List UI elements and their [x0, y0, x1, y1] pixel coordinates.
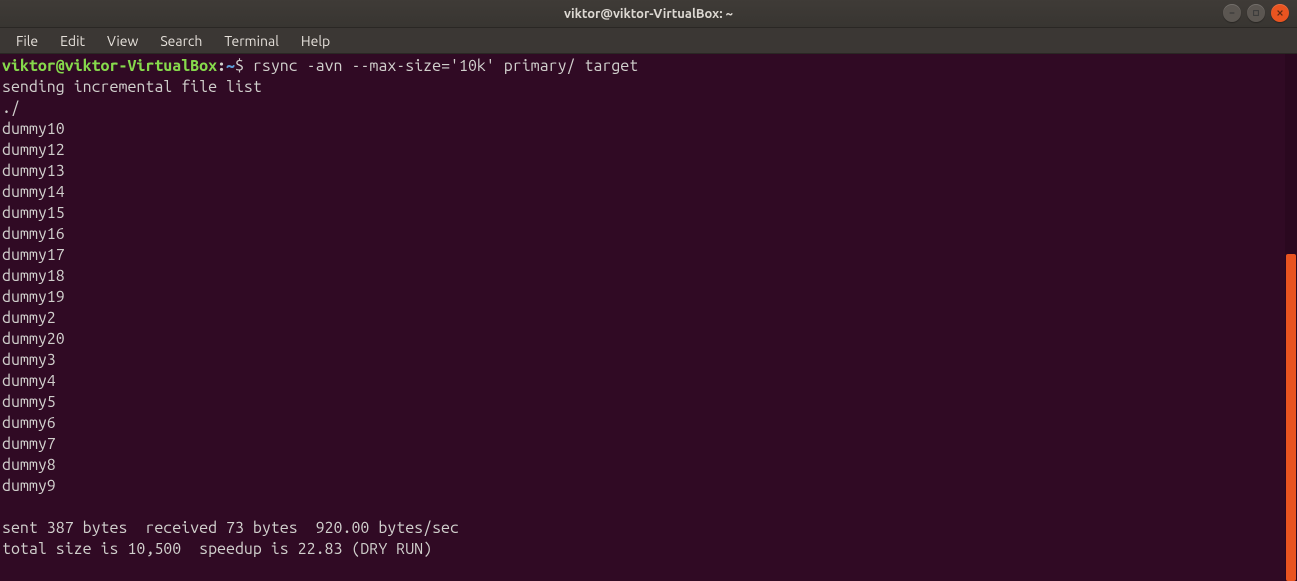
close-button[interactable]	[1271, 4, 1289, 22]
output-file: dummy7	[2, 435, 56, 453]
scrollbar-thumb[interactable]	[1286, 254, 1296, 581]
output-file: dummy12	[2, 141, 65, 159]
menubar: File Edit View Search Terminal Help	[0, 28, 1297, 54]
output-header: sending incremental file list	[2, 78, 262, 96]
window-titlebar: viktor@viktor-VirtualBox: ~	[0, 0, 1297, 28]
menu-file[interactable]: File	[6, 30, 48, 52]
menu-help[interactable]: Help	[291, 30, 340, 52]
minimize-icon	[1228, 9, 1236, 17]
output-file: dummy5	[2, 393, 56, 411]
output-file: dummy4	[2, 372, 56, 390]
output-file: dummy10	[2, 120, 65, 138]
output-file: dummy14	[2, 183, 65, 201]
window-title: viktor@viktor-VirtualBox: ~	[564, 7, 733, 21]
maximize-icon	[1252, 9, 1260, 17]
output-file: dummy15	[2, 204, 65, 222]
output-file: dummy18	[2, 267, 65, 285]
output-file: dummy9	[2, 477, 56, 495]
output-file: dummy16	[2, 225, 65, 243]
output-summary-line-1: sent 387 bytes received 73 bytes 920.00 …	[2, 519, 459, 537]
terminal-viewport[interactable]: viktor@viktor-VirtualBox:~$ rsync -avn -…	[0, 54, 1297, 581]
minimize-button[interactable]	[1223, 4, 1241, 22]
command-text: rsync -avn --max-size='10k' primary/ tar…	[253, 57, 638, 75]
output-file: dummy17	[2, 246, 65, 264]
menu-terminal[interactable]: Terminal	[214, 30, 289, 52]
prompt-user-host: viktor@viktor-VirtualBox	[2, 57, 217, 75]
menu-view[interactable]: View	[97, 30, 148, 52]
output-dotslash: ./	[2, 99, 20, 117]
output-file: dummy13	[2, 162, 65, 180]
output-file: dummy19	[2, 288, 65, 306]
prompt-path: ~	[226, 57, 235, 75]
output-file: dummy20	[2, 330, 65, 348]
menu-edit[interactable]: Edit	[50, 30, 95, 52]
scrollbar-track[interactable]	[1285, 54, 1297, 581]
menu-search[interactable]: Search	[150, 30, 212, 52]
output-file: dummy8	[2, 456, 56, 474]
close-icon	[1276, 9, 1284, 17]
prompt-colon: :	[217, 57, 226, 75]
output-summary-line-2: total size is 10,500 speedup is 22.83 (D…	[2, 540, 432, 558]
output-file: dummy3	[2, 351, 56, 369]
prompt-symbol: $	[235, 57, 244, 75]
window-controls	[1223, 4, 1289, 22]
output-file: dummy6	[2, 414, 56, 432]
output-file: dummy2	[2, 309, 56, 327]
terminal-content: viktor@viktor-VirtualBox:~$ rsync -avn -…	[2, 56, 1293, 560]
maximize-button[interactable]	[1247, 4, 1265, 22]
